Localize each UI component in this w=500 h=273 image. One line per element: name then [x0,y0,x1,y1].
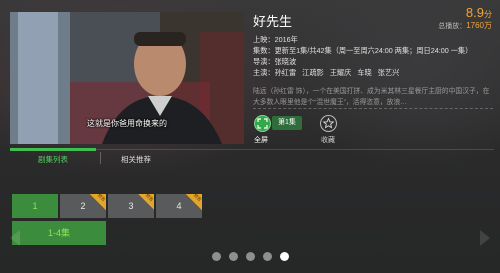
episode-item[interactable]: 1 [12,194,58,218]
pagination-dot[interactable] [246,252,255,261]
episodes-row: 集数：更新至1集/共42集（周一至周六24:00 两集；周日24:00 一集） [253,45,493,56]
episode-number: 1 [32,201,38,211]
cast-row: 主演：孙红雷 江疏影 王耀庆 车晓 张艺兴 [253,67,493,78]
show-title: 好先生 [253,14,293,29]
total-plays: 总播放：1760万 [438,21,492,32]
star-icon [322,117,335,129]
premiere-row: 上映：2016年 [253,34,493,45]
episode-item[interactable]: 2 预告 [60,194,106,218]
score-unit: 分 [484,10,492,19]
pagination-dot[interactable] [263,252,272,261]
tab-active-indicator [10,148,96,151]
trailer-badge-label: 预告 [144,194,154,203]
cast-label: 主演： [253,68,275,77]
cast-member: 车晓 [357,68,372,77]
scroll-left-arrow[interactable] [10,230,20,246]
fullscreen-label: 全屏 [254,137,268,144]
premiere-label: 上映： [253,35,275,44]
episode-number: 4 [176,201,182,211]
tab-separator [100,152,101,164]
trailer-badge: 预告 [186,194,202,210]
episode-number: 2 [80,201,86,211]
total-plays-label: 总播放： [438,23,467,30]
score: 8.9分 [438,6,492,21]
episode-item[interactable]: 3 预告 [108,194,154,218]
scroll-right-arrow[interactable] [480,230,490,246]
trailer-badge-label: 预告 [96,194,106,203]
video-subtitle: 这就是你爸用命换来的 [87,119,167,128]
score-panel: 8.9分 总播放：1760万 [438,6,492,32]
show-info: 上映：2016年 集数：更新至1集/共42集（周一至周六24:00 两集；周日2… [253,34,493,78]
favorite-button[interactable] [320,115,337,132]
score-value: 8.9 [465,5,484,20]
director-value: 张晓波 [274,57,297,66]
pagination-dot-active[interactable] [280,252,289,261]
episodes-label: 集数： [253,46,275,55]
episode-range-button[interactable]: 1-4集 [12,221,106,245]
favorite-label: 收藏 [321,137,335,144]
episode-number: 3 [128,201,134,211]
fullscreen-button[interactable] [254,115,271,132]
trailer-badge: 预告 [90,194,106,210]
tab-related[interactable]: 相关推荐 [121,154,151,165]
cast-member: 孙红雷 [274,68,297,77]
director-label: 导演： [253,57,275,66]
video-poster[interactable]: 这就是你爸用命换来的 [10,12,244,144]
cast-member: 张艺兴 [377,68,400,77]
trailer-badge-label: 预告 [192,194,202,203]
pagination-dot[interactable] [212,252,221,261]
premiere-value: 2016年 [274,35,298,44]
cast-member: 江疏影 [302,68,324,77]
trailer-badge: 预告 [138,194,154,210]
pagination-dot[interactable] [229,252,238,261]
director-row: 导演：张晓波 [253,56,493,67]
cast-member: 王耀庆 [329,68,352,77]
current-episode-badge[interactable]: 第1集 [272,116,302,130]
total-plays-value: 1760万 [466,21,492,30]
episode-item[interactable]: 4 预告 [156,194,202,218]
tab-episode-list[interactable]: 剧集列表 [38,154,68,165]
fullscreen-icon [257,118,268,129]
episodes-value: 更新至1集/共42集（周一至周六24:00 两集；周日24:00 一集） [274,46,473,55]
show-description: 陆远（孙红雷 饰），一个在美国打拼、成为米其林三星餐厅主厨的中国汉子，在大多数人… [253,86,493,109]
